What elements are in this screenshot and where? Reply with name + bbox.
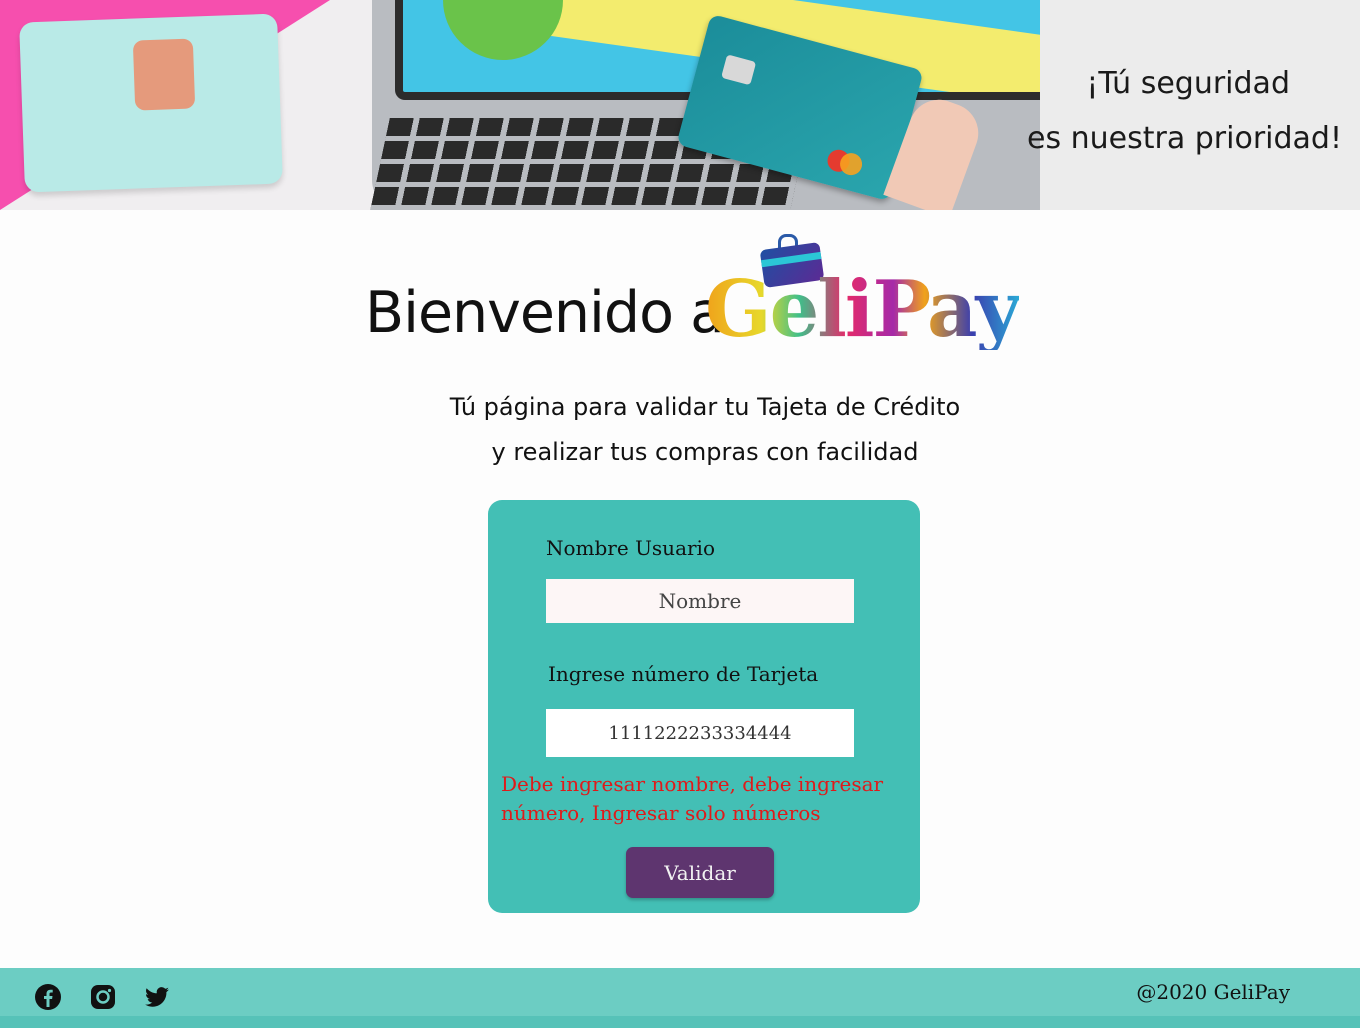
name-input[interactable] <box>546 579 854 623</box>
validation-form: Nombre Usuario Ingrese número de Tarjeta… <box>488 500 920 913</box>
copyright-text: @2020 GeliPay <box>1136 980 1290 1004</box>
facebook-icon[interactable] <box>34 983 62 1011</box>
card-number-input[interactable] <box>546 709 854 757</box>
hero-banner: ¡Tú seguridad es nuestra prioridad! <box>0 0 1360 210</box>
footer-strip <box>0 1016 1360 1028</box>
hero-slogan: ¡Tú seguridad es nuestra prioridad! <box>1022 56 1342 166</box>
wallet-strap <box>132 38 196 111</box>
card-number-label: Ingrese número de Tarjeta <box>548 662 819 686</box>
name-label: Nombre Usuario <box>546 536 715 560</box>
hero-image <box>0 0 1040 210</box>
validate-button[interactable]: Validar <box>626 847 774 898</box>
instagram-icon[interactable] <box>89 983 117 1011</box>
subtitle-line-2: y realizar tus compras con facilidad <box>491 438 919 466</box>
slogan-line-1: ¡Tú seguridad <box>1086 66 1290 101</box>
slogan-line-2: es nuestra prioridad! <box>1027 121 1342 156</box>
page-subtitle: Tú página para validar tu Tajeta de Créd… <box>380 385 1030 475</box>
screen-green-shape <box>443 0 563 60</box>
twitter-icon[interactable] <box>143 983 171 1011</box>
subtitle-line-1: Tú página para validar tu Tajeta de Créd… <box>449 393 961 421</box>
wallet-image <box>19 13 283 193</box>
error-message: Debe ingresar nombre, debe ingresar núme… <box>501 772 884 825</box>
card-chip <box>721 54 757 86</box>
footer: @2020 GeliPay <box>0 968 1360 1028</box>
brand-logo: GeliPay <box>705 264 1021 355</box>
page-title: Bienvenido a <box>365 280 725 346</box>
